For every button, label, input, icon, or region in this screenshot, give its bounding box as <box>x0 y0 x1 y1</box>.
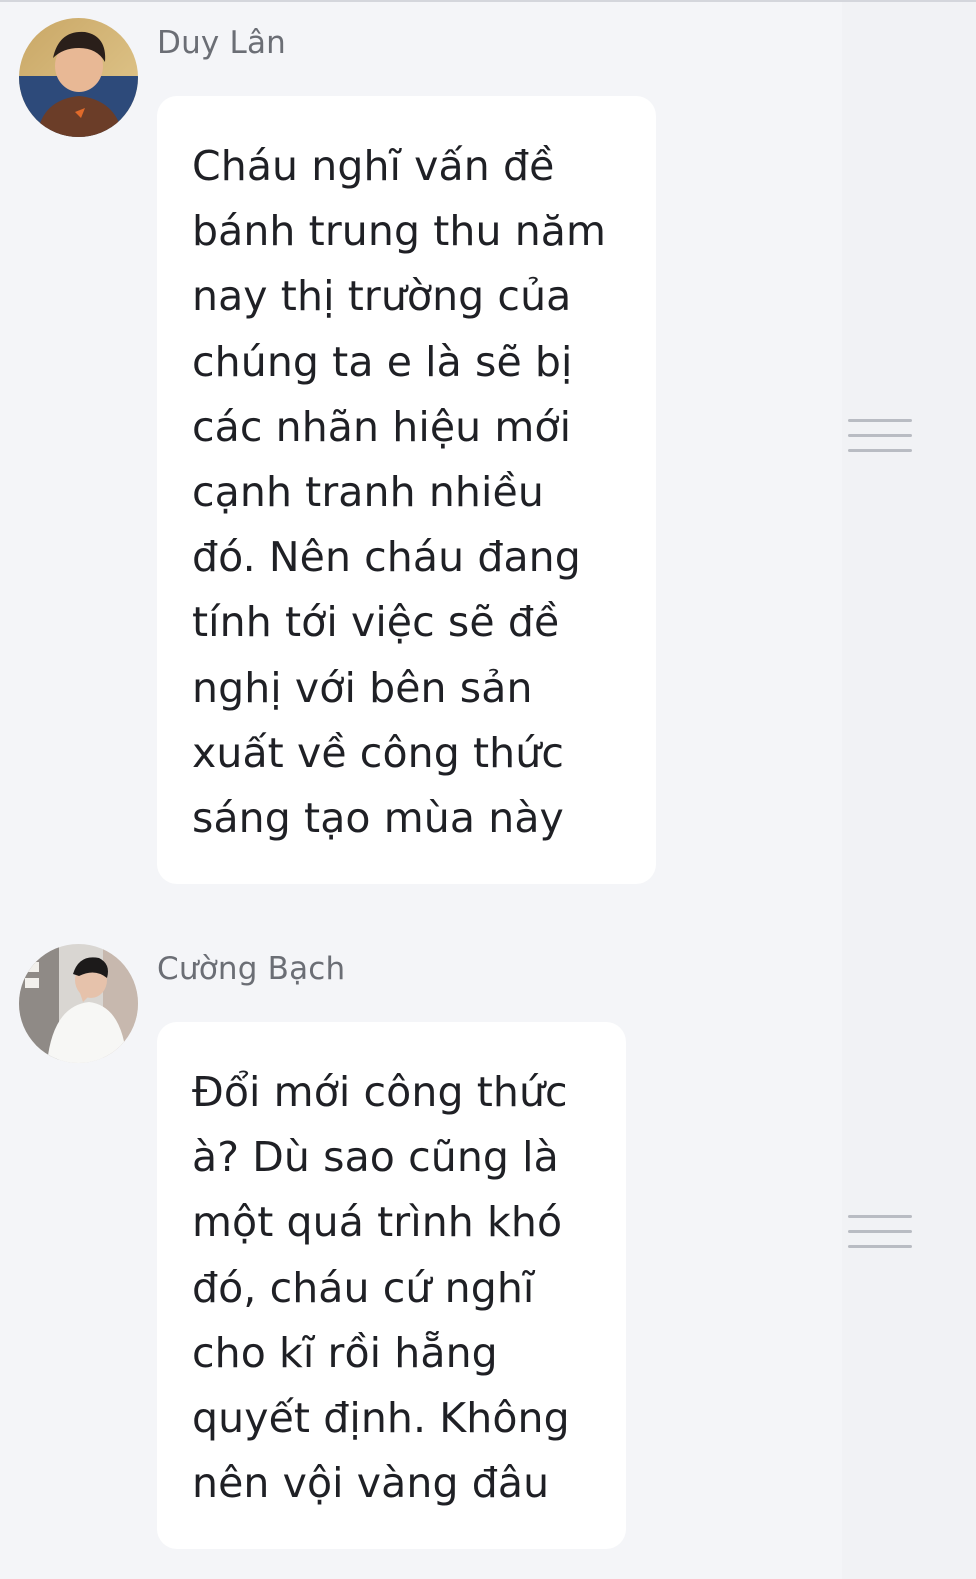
hamburger-menu-icon[interactable] <box>848 419 914 455</box>
avatar[interactable] <box>19 944 138 1063</box>
right-side-panel <box>842 2 976 1579</box>
message-bubble[interactable]: Đổi mới công thức à? Dù sao cũng là một … <box>157 1022 626 1549</box>
message-text: Đổi mới công thức à? Dù sao cũng là một … <box>192 1068 570 1508</box>
hamburger-menu-icon[interactable] <box>848 1215 914 1251</box>
sender-name: Cường Bạch <box>157 951 346 987</box>
message-item: Cường Bạch Đổi mới công thức à? Dù sao c… <box>0 0 912 1579</box>
avatar-cuong-bach-icon <box>19 944 138 1063</box>
